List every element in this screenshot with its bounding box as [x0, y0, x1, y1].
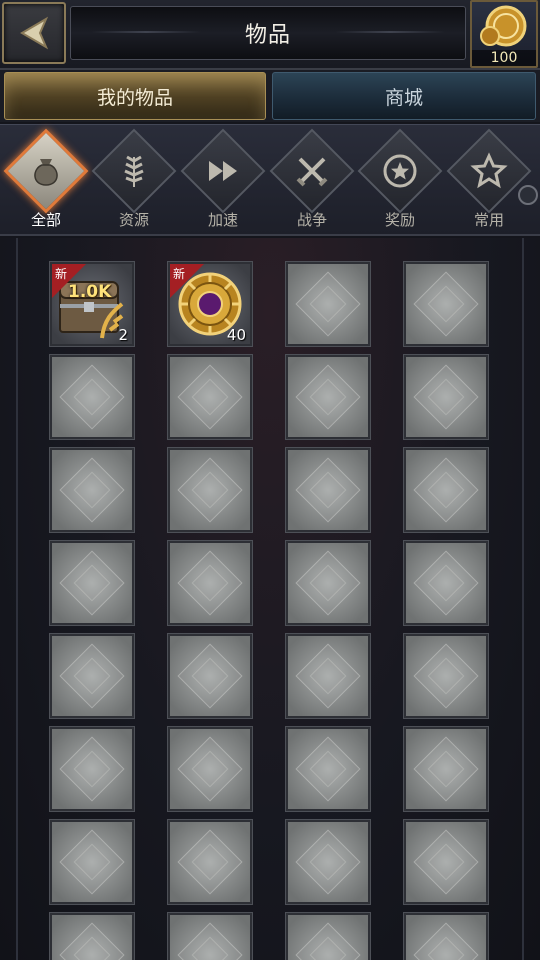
tab-shop[interactable]: 商城 [272, 72, 536, 120]
empty-slot[interactable] [168, 355, 252, 439]
crossed-swords-icon [296, 157, 328, 187]
star-badge-icon [383, 154, 417, 188]
frame-divider [522, 238, 524, 960]
empty-slot[interactable] [168, 448, 252, 532]
empty-slot[interactable] [286, 820, 370, 904]
empty-slot[interactable] [286, 634, 370, 718]
frame-divider [16, 238, 18, 960]
empty-slot[interactable] [286, 541, 370, 625]
empty-slot[interactable] [404, 820, 488, 904]
new-badge-text: 新 [55, 267, 68, 281]
empty-slot[interactable] [168, 634, 252, 718]
category-rewards[interactable]: 奖励 [357, 128, 443, 235]
empty-slot[interactable] [50, 820, 134, 904]
inventory-grid: 新 1.0K 2 新 40 [0, 238, 540, 960]
category-label: 战争 [296, 211, 327, 229]
item-count: 40 [226, 326, 246, 344]
empty-slot[interactable] [404, 727, 488, 811]
new-badge-text: 新 [173, 267, 186, 281]
empty-slot[interactable] [286, 913, 370, 960]
category-speedup[interactable]: 加速 [180, 128, 266, 235]
category-label: 加速 [207, 211, 238, 229]
coin-count: 100 [472, 50, 536, 66]
empty-slot[interactable] [168, 727, 252, 811]
category-bar: 全部 资源 加速 战争 奖励 常用 [0, 124, 540, 236]
title-bar: 物品 [70, 6, 466, 60]
empty-slot[interactable] [404, 913, 488, 960]
empty-slot[interactable] [168, 820, 252, 904]
empty-slot[interactable] [404, 262, 488, 346]
empty-slot[interactable] [286, 262, 370, 346]
inventory-slot-resource-chest[interactable]: 新 1.0K 2 [50, 262, 134, 346]
empty-slot[interactable] [50, 634, 134, 718]
empty-slot[interactable] [404, 448, 488, 532]
item-count: 2 [118, 326, 128, 344]
empty-slot[interactable] [50, 448, 134, 532]
fast-forward-icon [209, 161, 237, 181]
empty-slot[interactable] [286, 727, 370, 811]
wheat-icon [124, 155, 144, 187]
bag-icon [34, 159, 58, 186]
category-war[interactable]: 战争 [269, 128, 355, 235]
header-bar: 物品 100 [0, 0, 540, 70]
empty-slot[interactable] [168, 541, 252, 625]
empty-slot[interactable] [404, 355, 488, 439]
star-icon [470, 152, 508, 189]
category-label: 奖励 [384, 211, 415, 229]
category-label: 全部 [30, 211, 61, 229]
category-resources[interactable]: 资源 [91, 128, 177, 235]
gold-coin-button[interactable]: 100 [470, 0, 538, 68]
inventory-slot-gold-medallion[interactable]: 新 40 [168, 262, 252, 346]
category-label: 常用 [473, 211, 504, 229]
empty-slot[interactable] [286, 448, 370, 532]
empty-slot[interactable] [286, 355, 370, 439]
empty-slot[interactable] [404, 634, 488, 718]
empty-slot[interactable] [50, 727, 134, 811]
category-favorites[interactable]: 常用 [446, 128, 532, 235]
tab-my-items[interactable]: 我的物品 [4, 72, 266, 120]
empty-slot[interactable] [50, 541, 134, 625]
tab-bar: 我的物品 商城 [0, 70, 540, 122]
back-button[interactable] [2, 2, 66, 64]
empty-slot[interactable] [50, 355, 134, 439]
settings-gear-icon[interactable] [518, 185, 538, 205]
empty-slot[interactable] [168, 913, 252, 960]
category-all[interactable]: 全部 [3, 128, 89, 235]
empty-slot[interactable] [404, 541, 488, 625]
category-label: 资源 [118, 211, 149, 229]
page-title: 物品 [244, 23, 291, 48]
gold-coin-icon [480, 5, 527, 47]
empty-slot[interactable] [50, 913, 134, 960]
back-arrow-icon [20, 16, 49, 50]
item-amount: 1.0K [68, 282, 112, 302]
